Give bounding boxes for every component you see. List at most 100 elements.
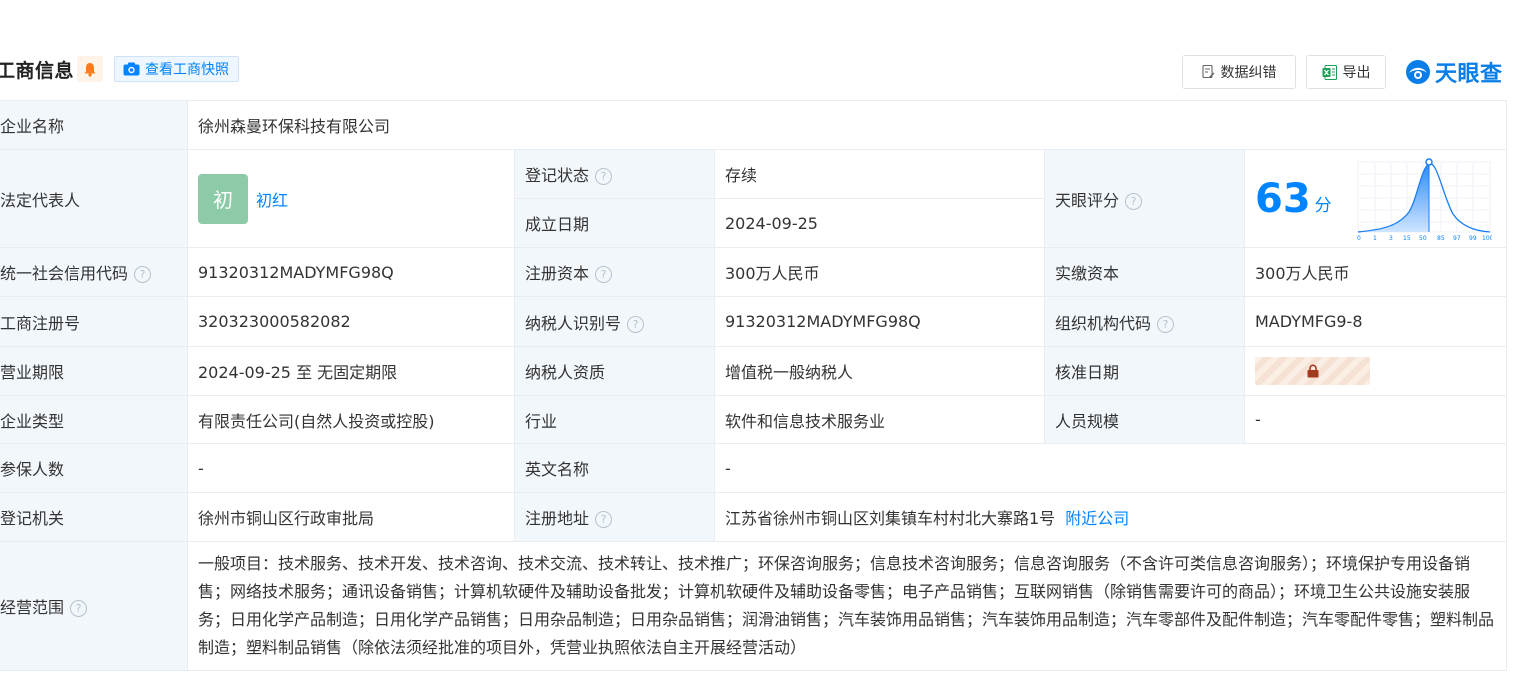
help-icon[interactable]: ? — [595, 511, 613, 528]
credit-code: 91320312MADYMFG98Q — [187, 247, 515, 297]
status-label: 登记状态 — [525, 166, 590, 185]
term-label: 营业期限 — [0, 346, 188, 396]
avatar[interactable]: 初 — [198, 173, 248, 224]
table-row: 统一社会信用代码? 91320312MADYMFG98Q 注册资本? 300万人… — [0, 247, 1508, 297]
data-correction-label: 数据纠错 — [1220, 65, 1277, 81]
axis-label: 50 — [1419, 235, 1427, 242]
bell-icon[interactable] — [77, 56, 103, 82]
table-row: 营业期限 2024-09-25 至 无固定期限 纳税人资质 增值税一般纳税人 核… — [0, 346, 1508, 396]
locked-value[interactable] — [1255, 357, 1370, 385]
axis-label: 15 — [1403, 235, 1411, 242]
data-correction-button[interactable]: 数据纠错 — [1182, 55, 1296, 89]
approval-date-label: 核准日期 — [1044, 346, 1245, 396]
tianyancha-logo: 天眼查 — [1405, 56, 1503, 88]
table-row: 企业类型 有限责任公司(自然人投资或控股) 行业 软件和信息技术服务业 人员规模… — [0, 395, 1508, 444]
company-name-label: 企业名称 — [0, 100, 188, 150]
nearby-companies-link[interactable]: 附近公司 — [1065, 509, 1129, 528]
view-snapshot-label: 查看工商快照 — [145, 62, 229, 78]
axis-label: 85 — [1437, 235, 1445, 242]
legal-rep-label: 法定代表人 — [0, 149, 188, 248]
english-name-label: 英文名称 — [514, 443, 715, 493]
reg-no: 320323000582082 — [187, 296, 515, 347]
reg-no-label: 工商注册号 — [0, 296, 188, 347]
address-label: 注册地址 — [525, 509, 590, 528]
help-icon[interactable]: ? — [627, 315, 645, 333]
table-row: 工商注册号 320323000582082 纳税人识别号? 91320312MA… — [0, 296, 1508, 347]
scope-label: 经营范围 — [0, 598, 65, 617]
status-badge: 存续 — [714, 149, 1045, 199]
org-code: MADYMFG9-8 — [1243, 296, 1508, 347]
table-row: 经营范围? 一般项目：技术服务、技术开发、技术咨询、技术交流、技术转让、技术推广… — [0, 541, 1508, 671]
score-axis-labels: 0 1 3 15 50 85 97 99 100 — [1357, 235, 1492, 242]
approval-date-cell — [1243, 346, 1508, 396]
term: 2024-09-25 至 无固定期限 — [187, 346, 515, 396]
paid-capital: 300万人民币 — [1243, 247, 1508, 297]
table-row: 企业名称 徐州森曼环保科技有限公司 — [0, 100, 1508, 150]
axis-label: 1 — [1373, 235, 1377, 242]
axis-label: 97 — [1453, 235, 1461, 242]
english-name: - — [713, 443, 1508, 493]
org-code-label: 组织机构代码 — [1055, 313, 1152, 333]
reg-capital: 300万人民币 — [714, 247, 1045, 297]
table-row: 参保人数 - 英文名称 - — [0, 443, 1508, 493]
score-value: 63 — [1255, 175, 1311, 222]
authority-label: 登记机关 — [0, 492, 188, 542]
export-label: 导出 — [1342, 65, 1371, 81]
help-icon[interactable]: ? — [1125, 192, 1143, 210]
help-icon[interactable]: ? — [1157, 315, 1175, 333]
company-name: 徐州森曼环保科技有限公司 — [186, 100, 1508, 150]
table-row: 法定代表人 初初红 登记状态? 存续 天眼评分? 63 分 0 1 3 15 5… — [0, 149, 1508, 248]
business-info-table: 企业名称 徐州森曼环保科技有限公司 法定代表人 初初红 登记状态? 存续 天眼评… — [0, 100, 1508, 671]
taxpayer-id-label-cell: 纳税人识别号? — [514, 296, 715, 347]
axis-label: 100 — [1482, 235, 1492, 242]
taxpayer-id: 91320312MADYMFG98Q — [714, 296, 1045, 347]
legal-rep-link[interactable]: 初红 — [256, 191, 288, 210]
score-unit: 分 — [1314, 196, 1332, 216]
help-icon[interactable]: ? — [134, 266, 152, 283]
legal-rep-cell: 初初红 — [187, 149, 515, 248]
view-snapshot-button[interactable]: 查看工商快照 — [114, 56, 239, 82]
score-label: 天眼评分 — [1055, 190, 1120, 210]
export-button[interactable]: 导出 — [1306, 55, 1386, 89]
credit-code-label: 统一社会信用代码 — [0, 264, 129, 283]
score-label-cell: 天眼评分? — [1044, 149, 1245, 248]
staff-size: - — [1243, 395, 1508, 444]
help-icon[interactable]: ? — [595, 168, 613, 185]
taxpayer-type-label: 纳税人资质 — [514, 346, 715, 396]
founded-date: 2024-09-25 — [714, 198, 1045, 248]
section-title: 工商信息 — [0, 60, 75, 82]
score-cell[interactable]: 63 分 0 1 3 15 50 85 97 99 100 — [1243, 149, 1508, 248]
paid-capital-label: 实缴资本 — [1044, 247, 1245, 297]
credit-code-label-cell: 统一社会信用代码? — [0, 247, 188, 297]
score-distribution-chart: 0 1 3 15 50 85 97 99 100 — [1357, 158, 1492, 242]
taxpayer-id-label: 纳税人识别号 — [525, 313, 622, 333]
taxpayer-type: 增值税一般纳税人 — [714, 346, 1045, 396]
logo-eye-icon — [1406, 60, 1430, 84]
axis-label: 0 — [1357, 235, 1361, 242]
table-row: 登记机关 徐州市铜山区行政审批局 注册地址? 江苏省徐州市铜山区刘集镇车村村北大… — [0, 492, 1508, 542]
axis-label: 99 — [1469, 235, 1477, 242]
lock-icon — [1307, 364, 1318, 378]
logo-text: 天眼查 — [1435, 62, 1503, 87]
excel-icon — [1322, 64, 1337, 80]
insured-label: 参保人数 — [0, 443, 188, 493]
authority: 徐州市铜山区行政审批局 — [187, 492, 515, 542]
business-scope: 一般项目：技术服务、技术开发、技术咨询、技术交流、技术转让、技术推广；环保咨询服… — [186, 541, 1508, 671]
company-type: 有限责任公司(自然人投资或控股) — [187, 395, 515, 444]
industry-label: 行业 — [514, 395, 715, 444]
reg-capital-label: 注册资本 — [525, 264, 590, 283]
insured-count: - — [187, 443, 515, 493]
help-icon[interactable]: ? — [595, 266, 613, 283]
address: 江苏省徐州市铜山区刘集镇车村村北大寨路1号 — [725, 509, 1056, 528]
axis-label: 3 — [1389, 235, 1393, 242]
industry: 软件和信息技术服务业 — [714, 395, 1045, 444]
section-header: 工商信息 查看工商快照 数据纠错 导出 天眼查 — [0, 52, 1524, 89]
address-cell: 江苏省徐州市铜山区刘集镇车村村北大寨路1号 附近公司 — [713, 492, 1508, 542]
help-icon[interactable]: ? — [70, 600, 88, 617]
staff-size-label: 人员规模 — [1044, 395, 1245, 444]
org-code-label-cell: 组织机构代码? — [1044, 296, 1245, 347]
founded-label: 成立日期 — [514, 198, 715, 248]
status-label-cell: 登记状态? — [514, 149, 715, 199]
company-type-label: 企业类型 — [0, 395, 188, 444]
scope-label-cell: 经营范围? — [0, 541, 188, 671]
